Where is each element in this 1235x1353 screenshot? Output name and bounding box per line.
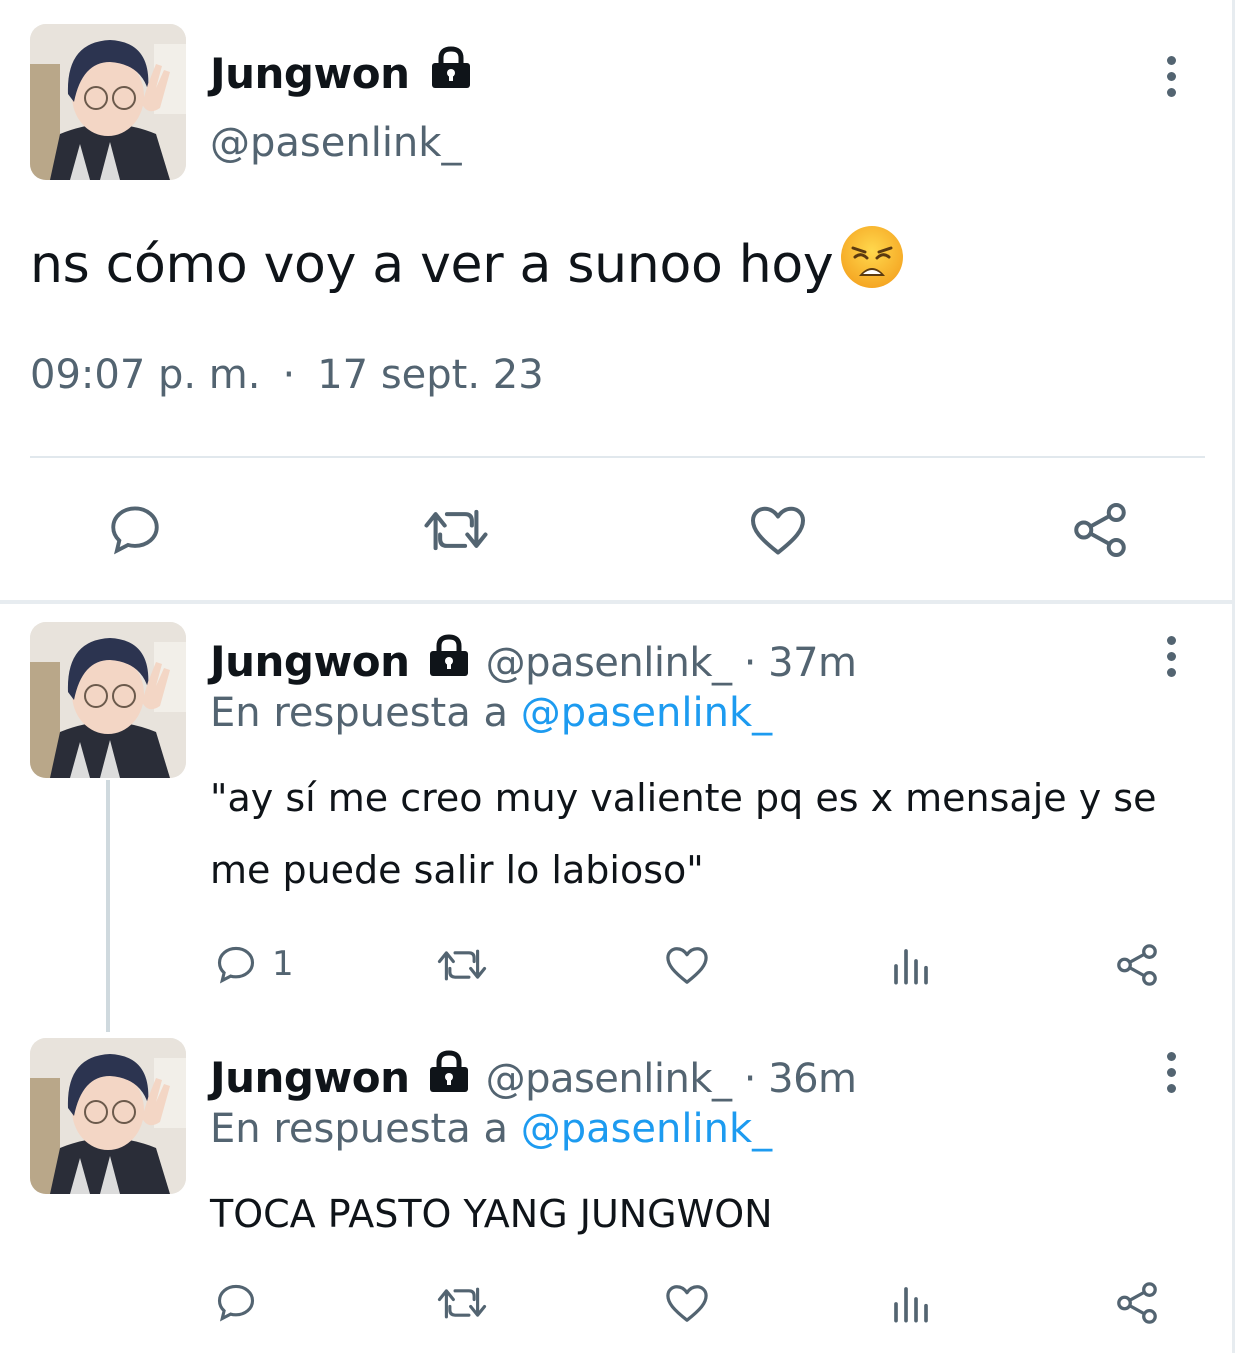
tweet-meta: 09:07 p. m. · 17 sept. 23 bbox=[30, 352, 544, 398]
reply-button[interactable]: 1 bbox=[214, 942, 294, 986]
like-button[interactable] bbox=[748, 502, 808, 558]
share-button[interactable] bbox=[1070, 500, 1130, 560]
handle-time[interactable]: @pasenlink_ · 36m bbox=[486, 1056, 857, 1102]
reply-button[interactable] bbox=[106, 500, 164, 558]
replying-to: En respuesta a @pasenlink_ bbox=[210, 1106, 773, 1152]
lock-icon bbox=[426, 634, 472, 688]
views-button[interactable] bbox=[890, 1284, 932, 1324]
retweet-button[interactable] bbox=[436, 1282, 488, 1324]
avatar[interactable] bbox=[30, 622, 186, 778]
weary-face-emoji bbox=[839, 224, 905, 303]
analytics-icon bbox=[894, 949, 928, 985]
lock-icon bbox=[428, 46, 474, 100]
user-handle[interactable]: @pasenlink_ bbox=[210, 120, 461, 166]
display-name[interactable]: Jungwon @pasenlink_ · 37m bbox=[210, 634, 857, 688]
display-name[interactable]: Jungwon bbox=[210, 46, 474, 100]
tweet-actions: 1 bbox=[0, 938, 1235, 998]
reply-count: 1 bbox=[272, 944, 294, 984]
display-name[interactable]: Jungwon @pasenlink_ · 36m bbox=[210, 1050, 857, 1104]
more-icon[interactable] bbox=[1161, 636, 1181, 686]
reply-button[interactable] bbox=[214, 1280, 258, 1324]
avatar[interactable] bbox=[30, 1038, 186, 1194]
share-button[interactable] bbox=[1114, 942, 1160, 988]
share-button[interactable] bbox=[1114, 1280, 1160, 1326]
like-button[interactable] bbox=[664, 944, 710, 986]
analytics-icon bbox=[894, 1287, 928, 1323]
retweet-button[interactable] bbox=[422, 502, 490, 558]
retweet-icon bbox=[437, 1287, 487, 1319]
avatar[interactable] bbox=[30, 24, 186, 180]
divider bbox=[30, 456, 1205, 458]
main-tweet: Jungwon @pasenlink_ ns cómo voy a ver a … bbox=[0, 0, 1235, 600]
like-icon bbox=[666, 947, 708, 984]
reply-icon bbox=[111, 506, 159, 555]
tweet-actions bbox=[0, 490, 1235, 570]
views-button[interactable] bbox=[890, 946, 932, 986]
like-icon bbox=[751, 506, 805, 555]
tweet-date[interactable]: 17 sept. 23 bbox=[317, 352, 543, 398]
tweet-text: ns cómo voy a ver a sunoo hoy bbox=[30, 224, 905, 303]
tweet-actions bbox=[0, 1276, 1235, 1336]
like-button[interactable] bbox=[664, 1282, 710, 1324]
handle-time[interactable]: @pasenlink_ · 37m bbox=[486, 640, 857, 686]
reply-tweet[interactable]: Jungwon @pasenlink_ · 36m En respuesta a … bbox=[0, 1038, 1235, 1353]
retweet-icon bbox=[437, 949, 487, 981]
share-icon bbox=[1117, 1282, 1157, 1324]
replying-to: En respuesta a @pasenlink_ bbox=[210, 690, 773, 736]
retweet-icon bbox=[424, 509, 488, 551]
reply-icon bbox=[217, 946, 255, 984]
section-divider bbox=[0, 600, 1235, 604]
tweet-time[interactable]: 09:07 p. m. bbox=[30, 352, 261, 398]
mention-link[interactable]: @pasenlink_ bbox=[521, 1106, 772, 1152]
share-icon bbox=[1074, 503, 1126, 557]
tweet-text: TOCA PASTO YANG JUNGWON bbox=[210, 1192, 773, 1236]
reply-icon bbox=[217, 1284, 255, 1322]
share-icon bbox=[1117, 944, 1157, 986]
mention-link[interactable]: @pasenlink_ bbox=[521, 690, 772, 736]
retweet-button[interactable] bbox=[436, 944, 488, 986]
more-icon[interactable] bbox=[1161, 56, 1181, 106]
like-icon bbox=[666, 1285, 708, 1322]
tweet-text: "ay sí me creo muy valiente pq es x mens… bbox=[210, 776, 1157, 892]
reply-tweet[interactable]: Jungwon @pasenlink_ · 37m En respuesta a … bbox=[0, 622, 1235, 1022]
more-icon[interactable] bbox=[1161, 1052, 1181, 1102]
lock-icon bbox=[426, 1050, 472, 1104]
separator: · bbox=[282, 352, 296, 398]
